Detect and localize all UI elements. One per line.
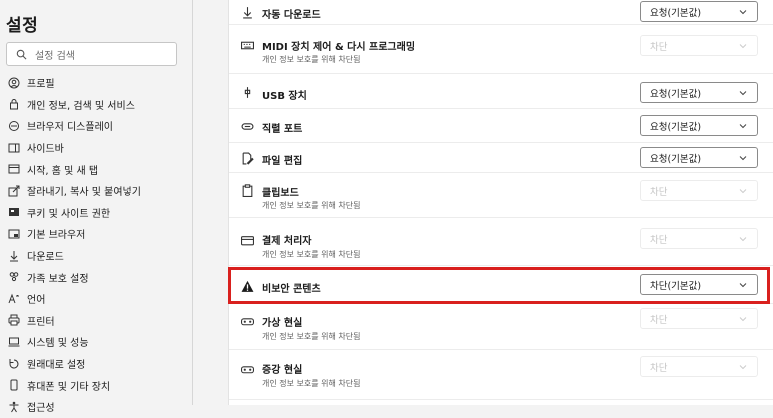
setting-title: 증강 현실	[262, 365, 303, 376]
sidebar-item-reset[interactable]: 원래대로 설정	[0, 353, 190, 375]
permissions-list: 자동 다운로드 요청(기본값) MIDI 장치 제어 & 다시 프로그래밍 개인…	[228, 0, 773, 405]
chevron-down-icon	[739, 124, 747, 129]
setting-row-usb: USB 장치 요청(기본값)	[229, 74, 773, 109]
setting-subtitle: 개인 정보 보호를 위해 차단됨	[262, 55, 361, 64]
sidebar-item-default-browser[interactable]: 기본 브라우저	[0, 223, 190, 245]
search-input[interactable]: 설정 검색	[6, 42, 177, 66]
setting-title: MIDI 장치 제어 & 다시 프로그래밍	[262, 42, 416, 53]
usb-icon	[239, 84, 255, 100]
setting-title: USB 장치	[262, 91, 307, 102]
page-title: 설정	[6, 16, 39, 36]
setting-row-file-editing: 파일 편집 요청(기본값)	[229, 143, 773, 173]
family-icon	[7, 270, 21, 284]
setting-row-serial-port: 직렬 포트 요청(기본값)	[229, 109, 773, 143]
ar-icon	[239, 361, 255, 377]
lock-icon	[7, 97, 21, 111]
setting-subtitle: 개인 정보 보호를 위해 차단됨	[262, 201, 361, 210]
reset-icon	[7, 357, 21, 371]
sidebar-item-accessibility[interactable]: 접근성	[0, 396, 190, 418]
chevron-down-icon	[739, 156, 747, 161]
sidebar-item-family[interactable]: 가족 보호 설정	[0, 266, 190, 288]
sidebar-item-cookies[interactable]: 쿠키 및 사이트 권한	[0, 202, 190, 224]
setting-row-payment-handlers: 결제 처리자 개인 정보 보호를 위해 차단됨 차단	[229, 218, 773, 266]
download-icon	[239, 4, 255, 20]
clipboard-icon	[239, 182, 255, 198]
share-icon	[7, 184, 21, 198]
sidebar-item-copy-paste[interactable]: 잘라내기, 복사 및 붙여넣기	[0, 180, 190, 202]
serial-port-icon	[239, 118, 255, 134]
clipboard-dropdown: 차단	[640, 180, 758, 201]
sidebar-item-downloads[interactable]: 다운로드	[0, 245, 190, 267]
home-tab-icon	[7, 162, 21, 176]
phone-icon	[7, 378, 21, 392]
sidebar-item-profile[interactable]: 프로필	[0, 72, 190, 94]
browser-icon	[7, 227, 21, 241]
setting-title: 클립보드	[262, 188, 299, 199]
setting-title: 가상 현실	[262, 318, 303, 329]
download-icon	[7, 249, 21, 263]
payment-icon	[239, 232, 255, 248]
usb-dropdown[interactable]: 요청(기본값)	[640, 82, 758, 103]
setting-subtitle: 개인 정보 보호를 위해 차단됨	[262, 250, 361, 259]
highlight-box	[228, 267, 770, 304]
setting-title: 파일 편집	[262, 156, 303, 167]
setting-subtitle: 개인 정보 보호를 위해 차단됨	[262, 379, 361, 388]
chevron-down-icon	[739, 237, 747, 242]
virtual-reality-dropdown: 차단	[640, 308, 758, 329]
chevron-down-icon	[739, 189, 747, 194]
settings-sidebar: 설정 설정 검색 프로필 개인 정보, 검색 및 서비스 브라우저 디스플레이 …	[0, 0, 193, 414]
setting-row-augmented-reality: 증강 현실 개인 정보 보호를 위해 차단됨 차단	[229, 350, 773, 400]
setting-title: 자동 다운로드	[262, 10, 321, 21]
setting-row-clipboard: 클립보드 개인 정보 보호를 위해 차단됨 차단	[229, 173, 773, 218]
main-content: 자동 다운로드 요청(기본값) MIDI 장치 제어 & 다시 프로그래밍 개인…	[193, 0, 773, 405]
chevron-down-icon	[739, 10, 747, 15]
chevron-down-icon	[739, 91, 747, 96]
language-icon	[7, 292, 21, 306]
accessibility-icon	[7, 400, 21, 414]
system-icon	[7, 335, 21, 349]
setting-row-midi: MIDI 장치 제어 & 다시 프로그래밍 개인 정보 보호를 위해 차단됨 차…	[229, 25, 773, 74]
automatic-downloads-dropdown[interactable]: 요청(기본값)	[640, 1, 758, 22]
sidebar-item-start-home[interactable]: 시작, 홈 및 새 탭	[0, 158, 190, 180]
setting-title: 직렬 포트	[262, 124, 303, 135]
search-placeholder: 설정 검색	[35, 50, 75, 62]
chevron-down-icon	[739, 365, 747, 370]
vr-icon	[239, 313, 255, 329]
setting-row-automatic-downloads: 자동 다운로드 요청(기본값)	[229, 0, 773, 25]
setting-subtitle: 개인 정보 보호를 위해 차단됨	[262, 332, 361, 341]
augmented-reality-dropdown: 차단	[640, 356, 758, 377]
sidebar-item-privacy[interactable]: 개인 정보, 검색 및 서비스	[0, 94, 190, 116]
file-edit-icon	[239, 150, 255, 166]
cookie-icon	[7, 205, 21, 219]
chevron-down-icon	[739, 44, 747, 49]
chevron-down-icon	[739, 317, 747, 322]
midi-dropdown: 차단	[640, 35, 758, 56]
serial-port-dropdown[interactable]: 요청(기본값)	[640, 115, 758, 136]
display-icon	[7, 119, 21, 133]
sidebar-item-language[interactable]: 언어	[0, 288, 190, 310]
printer-icon	[7, 313, 21, 327]
setting-title: 결제 처리자	[262, 236, 312, 247]
sidebar-item-sidebar[interactable]: 사이드바	[0, 137, 190, 159]
profile-icon	[7, 76, 21, 90]
sidebar-item-display[interactable]: 브라우저 디스플레이	[0, 115, 190, 137]
sidebar-icon	[7, 141, 21, 155]
keyboard-icon	[239, 37, 255, 53]
payment-handlers-dropdown: 차단	[640, 228, 758, 249]
setting-row-virtual-reality: 가상 현실 개인 정보 보호를 위해 차단됨 차단	[229, 304, 773, 350]
sidebar-item-printer[interactable]: 프린터	[0, 310, 190, 332]
file-editing-dropdown[interactable]: 요청(기본값)	[640, 147, 758, 168]
search-icon	[11, 49, 31, 60]
sidebar-item-phone[interactable]: 휴대폰 및 기타 장치	[0, 374, 190, 396]
sidebar-nav: 프로필 개인 정보, 검색 및 서비스 브라우저 디스플레이 사이드바 시작, …	[0, 72, 190, 418]
sidebar-item-system[interactable]: 시스템 및 성능	[0, 331, 190, 353]
